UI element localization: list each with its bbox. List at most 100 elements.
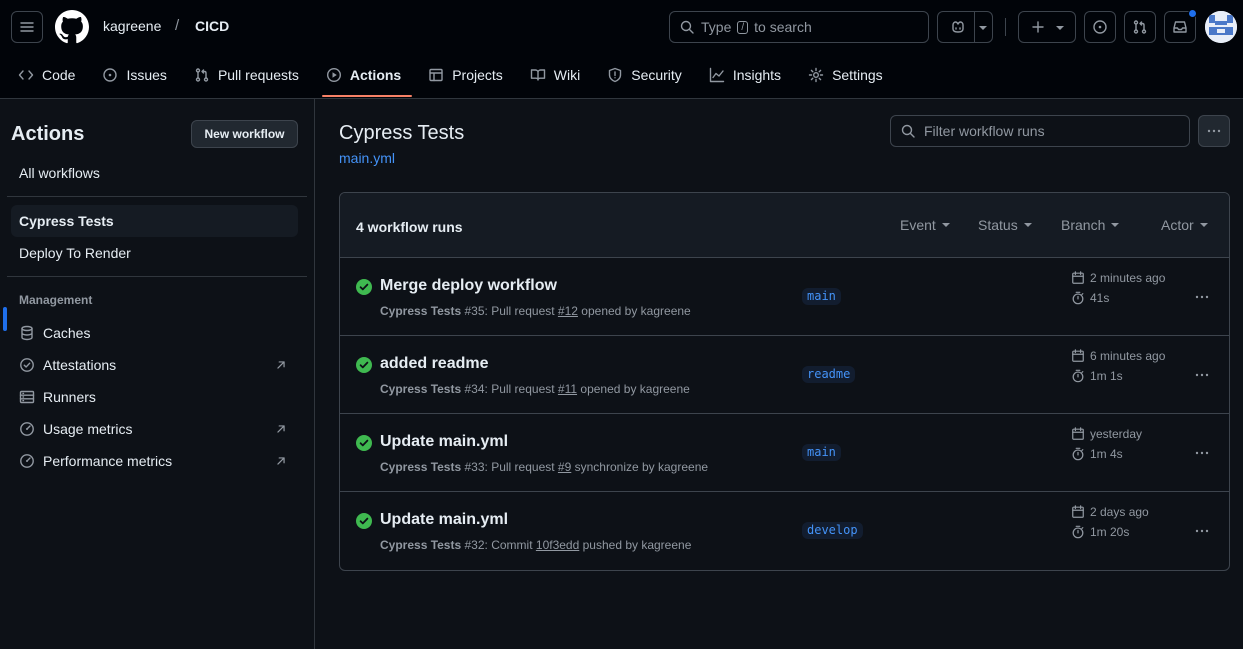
tab-wiki[interactable]: Wiki: [521, 58, 589, 92]
copilot-icon: [952, 21, 964, 33]
sidebar-divider: [7, 276, 307, 277]
stopwatch-icon: [1072, 447, 1084, 461]
tab-code[interactable]: Code: [9, 58, 84, 92]
run-title[interactable]: Update main.yml: [380, 511, 508, 529]
run-ref-link[interactable]: #12: [558, 304, 578, 318]
run-menu-button[interactable]: [1188, 443, 1216, 463]
sidebar-item-runners[interactable]: Runners: [11, 381, 298, 413]
tab-insights[interactable]: Insights: [700, 58, 790, 92]
tab-issues[interactable]: Issues: [93, 58, 175, 92]
sidebar-item-cypress-tests[interactable]: Cypress Tests: [11, 205, 298, 237]
runs-count: 4 workflow runs: [356, 219, 463, 235]
breadcrumb-separator: /: [175, 17, 180, 34]
sidebar-item-caches[interactable]: Caches: [11, 317, 298, 349]
run-title[interactable]: Update main.yml: [380, 433, 508, 451]
run-trigger: Pull request: [491, 382, 555, 396]
run-workflow-name: Cypress Tests: [380, 304, 462, 318]
branch-label[interactable]: readme: [802, 366, 856, 383]
run-action: pushed by kagreene: [582, 538, 692, 552]
run-menu-button[interactable]: [1188, 287, 1216, 307]
copilot-button[interactable]: [937, 11, 993, 43]
event-filter[interactable]: Event: [900, 217, 950, 233]
sidebar-item-label: Deploy To Render: [19, 245, 131, 261]
tab-pull-requests[interactable]: Pull requests: [185, 58, 308, 92]
workflow-run-row[interactable]: Update main.yml Cypress Tests #32: Commi…: [340, 492, 1229, 570]
chevron-down-icon: [1199, 223, 1208, 227]
run-description: Cypress Tests #34: Pull request #11 open…: [380, 382, 690, 396]
actor-filter[interactable]: Actor: [1161, 217, 1208, 233]
github-logo-icon[interactable]: [55, 10, 89, 44]
status-filter[interactable]: Status: [978, 217, 1032, 233]
branch-label[interactable]: main: [802, 288, 841, 305]
run-menu-button[interactable]: [1188, 521, 1216, 541]
sidebar-item-label: Cypress Tests: [19, 213, 114, 229]
workflow-run-row[interactable]: added readme Cypress Tests #34: Pull req…: [340, 336, 1229, 414]
run-title[interactable]: added readme: [380, 355, 488, 373]
pull-requests-button[interactable]: [1124, 11, 1156, 43]
run-action: opened by kagreene: [580, 382, 690, 396]
filter-workflow-runs-input[interactable]: Filter workflow runs: [890, 115, 1190, 147]
tab-settings[interactable]: Settings: [799, 58, 892, 92]
issues-button[interactable]: [1084, 11, 1116, 43]
chevron-down-icon: [1023, 223, 1032, 227]
search-input[interactable]: Type / to search: [669, 11, 929, 43]
branch-label[interactable]: main: [802, 444, 841, 461]
tab-actions[interactable]: Actions: [317, 58, 410, 92]
branch-label[interactable]: develop: [802, 522, 863, 539]
tab-label: Security: [631, 67, 682, 83]
identicon-icon: [1205, 11, 1237, 43]
repo-tabs: Code Issues Pull requests Actions Projec…: [0, 58, 892, 98]
sidebar-item-label: Runners: [43, 389, 96, 405]
run-when: 2 days ago: [1090, 505, 1149, 519]
calendar-icon: [1072, 349, 1084, 362]
sidebar-divider: [7, 196, 307, 197]
run-title[interactable]: Merge deploy workflow: [380, 277, 557, 295]
run-time: 2 minutes ago: [1071, 271, 1165, 285]
code-icon: [18, 70, 34, 80]
workflow-run-row[interactable]: Merge deploy workflow Cypress Tests #35:…: [340, 258, 1229, 336]
sidebar-item-usage-metrics[interactable]: Usage metrics: [11, 413, 298, 445]
page-title: Cypress Tests: [339, 122, 465, 144]
meter-icon: [20, 422, 34, 436]
database-icon: [21, 325, 33, 341]
app-header: kagreene / CICD Type / to search Code Is…: [0, 0, 1243, 99]
sidebar-item-label: Performance metrics: [43, 453, 173, 469]
sidebar-item-performance-metrics[interactable]: Performance metrics: [11, 445, 298, 477]
management-heading: Management: [19, 293, 93, 307]
menu-button[interactable]: [11, 11, 43, 43]
avatar[interactable]: [1205, 11, 1237, 43]
sidebar-item-attestations[interactable]: Attestations: [11, 349, 298, 381]
sidebar-item-all-workflows[interactable]: All workflows: [11, 157, 298, 189]
run-menu-button[interactable]: [1188, 365, 1216, 385]
run-description: Cypress Tests #35: Pull request #12 open…: [380, 304, 691, 318]
workflow-run-row[interactable]: Update main.yml Cypress Tests #33: Pull …: [340, 414, 1229, 492]
runs-list-header: 4 workflow runs Event Status Branch Acto…: [340, 193, 1229, 258]
run-ref-link[interactable]: 10f3edd: [536, 538, 579, 552]
external-link-icon: [277, 425, 285, 433]
branch-filter[interactable]: Branch: [1061, 217, 1120, 233]
workflow-file-link[interactable]: main.yml: [339, 150, 395, 166]
play-icon: [326, 67, 341, 83]
tab-projects[interactable]: Projects: [419, 58, 512, 92]
filter-label: Event: [900, 217, 936, 233]
run-number: #34: [464, 382, 485, 396]
create-new-button[interactable]: [1018, 11, 1076, 43]
breadcrumb-repo[interactable]: CICD: [195, 18, 229, 34]
breadcrumb-owner[interactable]: kagreene: [103, 18, 161, 34]
sidebar-item-deploy-to-render[interactable]: Deploy To Render: [11, 237, 298, 269]
search-shortcut-key: /: [737, 20, 749, 34]
run-ref-link[interactable]: #11: [558, 382, 577, 396]
active-tab-indicator: [322, 95, 412, 97]
tab-security[interactable]: Security: [598, 58, 691, 92]
notification-indicator: [1188, 9, 1197, 18]
graph-icon: [709, 67, 725, 83]
tab-label: Settings: [832, 67, 883, 83]
chevron-down-icon: [1056, 26, 1064, 30]
new-workflow-button[interactable]: New workflow: [191, 120, 298, 148]
workflow-menu-button[interactable]: [1198, 115, 1230, 147]
run-time: yesterday: [1071, 427, 1142, 441]
run-ref-link[interactable]: #9: [558, 460, 571, 474]
check-circle-icon: [356, 513, 372, 529]
run-when: 6 minutes ago: [1090, 349, 1166, 363]
run-action: opened by kagreene: [581, 304, 691, 318]
